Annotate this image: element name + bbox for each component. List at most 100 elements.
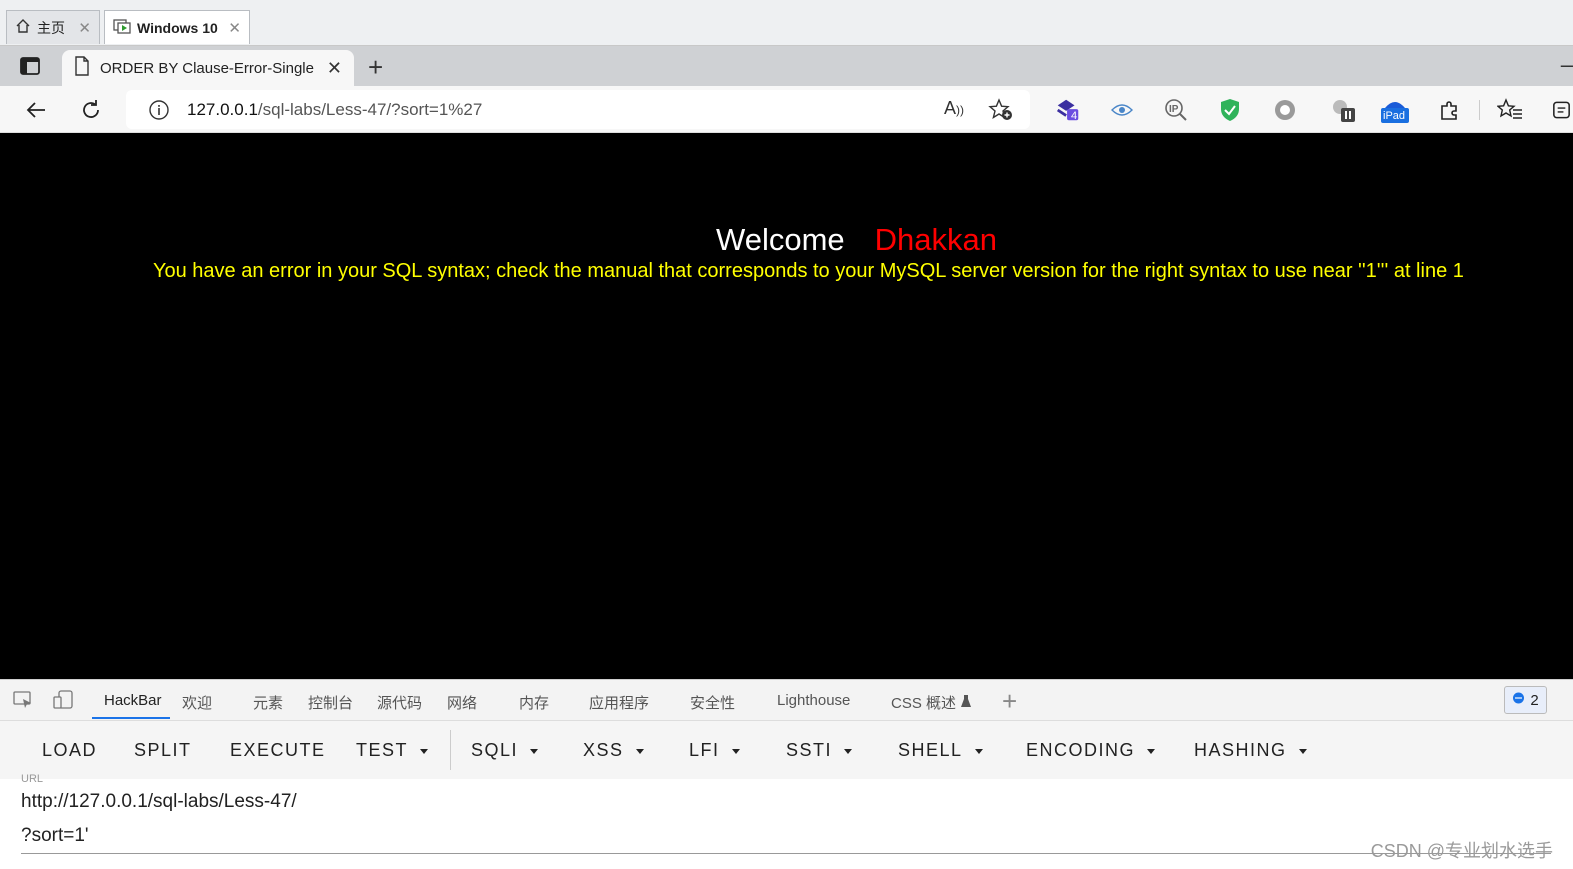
read-aloud-label: A	[944, 98, 957, 118]
tab-lighthouse[interactable]: Lighthouse	[777, 692, 850, 709]
device-toolbar-icon[interactable]	[53, 690, 73, 715]
vm-tab-strip: 主页 ✕ Windows 10 ✕	[0, 0, 1573, 46]
home-icon	[15, 18, 31, 37]
welcome-text: Welcome	[716, 222, 845, 257]
minimize-icon[interactable]: –	[1561, 52, 1573, 78]
vm-tab-label: 主页	[37, 19, 65, 36]
watermark: CSDN @专业划水选手	[1370, 841, 1553, 861]
ip-extension-icon[interactable]: IP	[1162, 96, 1190, 124]
tab-network[interactable]: 网络	[447, 692, 477, 713]
welcome-heading: Welcome Dhakkan	[716, 222, 997, 258]
address-bar[interactable]: 127.0.0.1/sql-labs/Less-47/?sort=1%27 A)…	[126, 90, 1030, 129]
toolbar-divider	[1479, 100, 1480, 120]
toolbar-divider	[450, 730, 451, 770]
inspect-element-icon[interactable]	[13, 691, 33, 714]
split-button[interactable]: SPLIT	[134, 740, 192, 761]
test-dropdown[interactable]: TEST	[356, 740, 429, 761]
tab-welcome[interactable]: 欢迎	[182, 692, 212, 713]
hashing-label: HASHING	[1194, 740, 1287, 760]
extensions-puzzle-icon[interactable]	[1436, 96, 1464, 124]
tab-security[interactable]: 安全性	[690, 692, 735, 713]
tab-css-overview-label: CSS 概述	[891, 695, 957, 712]
tab-actions-icon[interactable]	[18, 54, 42, 78]
caret-down-icon	[530, 748, 539, 754]
refresh-icon[interactable]	[77, 96, 105, 124]
tab-application[interactable]: 应用程序	[589, 692, 649, 713]
back-arrow-icon[interactable]	[22, 96, 50, 124]
caret-down-icon	[974, 748, 983, 754]
collections-icon[interactable]	[1550, 96, 1573, 124]
extension-stack-icon[interactable]: 4	[1054, 96, 1082, 124]
tab-sources[interactable]: 源代码	[377, 692, 422, 713]
xss-label: XSS	[583, 740, 624, 760]
tab-memory[interactable]: 内存	[519, 692, 549, 713]
browser-tab-title: ORDER BY Clause-Error-Single quote	[100, 59, 315, 77]
caret-down-icon	[420, 748, 429, 754]
site-info-icon[interactable]	[148, 99, 170, 126]
shell-dropdown[interactable]: SHELL	[898, 740, 983, 761]
read-aloud-icon[interactable]: A))	[944, 98, 964, 119]
issues-count: 2	[1530, 691, 1539, 709]
close-tab-icon[interactable]: ✕	[327, 58, 342, 79]
url-host: 127.0.0.1	[187, 100, 258, 119]
tab-css-overview[interactable]: CSS 概述	[891, 692, 972, 713]
sql-error-message: You have an error in your SQL syntax; ch…	[153, 260, 1464, 282]
execute-button[interactable]: EXECUTE	[230, 740, 326, 761]
page-viewport: Welcome Dhakkan You have an error in your…	[0, 133, 1573, 679]
record-icon[interactable]	[1271, 96, 1299, 124]
new-tab-icon[interactable]: +	[368, 52, 383, 83]
devtools-tab-bar: HackBar 欢迎 元素 控制台 源代码 网络 内存 应用程序 安全性 Lig…	[0, 679, 1573, 721]
shield-icon[interactable]	[1216, 96, 1244, 124]
message-icon	[1512, 692, 1525, 709]
browser-tab-active[interactable]: ORDER BY Clause-Error-Single quote ✕	[62, 50, 354, 86]
eye-extension-icon[interactable]	[1108, 96, 1136, 124]
url-field-label: URL	[21, 773, 44, 785]
vm-tab-home[interactable]: 主页 ✕	[6, 10, 100, 44]
test-label: TEST	[356, 740, 409, 760]
browser-tab-row: ORDER BY Clause-Error-Single quote ✕ + –	[0, 46, 1573, 86]
url-field-underline	[21, 853, 1551, 854]
caret-down-icon	[1298, 748, 1307, 754]
extension-badge: 4	[1071, 110, 1078, 122]
url-path: /sql-labs/Less-47/?sort=1%27	[257, 100, 483, 119]
favorites-icon[interactable]	[1496, 96, 1524, 124]
load-button[interactable]: LOAD	[42, 740, 97, 761]
close-icon[interactable]: ✕	[228, 19, 241, 37]
sqli-dropdown[interactable]: SQLI	[471, 740, 539, 761]
svg-text:IP: IP	[1169, 104, 1179, 115]
lfi-dropdown[interactable]: LFI	[689, 740, 740, 761]
shell-label: SHELL	[898, 740, 963, 760]
url-field-line-1[interactable]: http://127.0.0.1/sql-labs/Less-47/	[21, 791, 297, 813]
caret-down-icon	[731, 748, 740, 754]
more-tabs-plus-icon[interactable]: +	[1002, 686, 1017, 717]
ipad-extension-icon[interactable]: iPad	[1380, 96, 1410, 124]
pause-extension-icon[interactable]	[1329, 96, 1357, 124]
welcome-name: Dhakkan	[874, 222, 997, 257]
caret-down-icon	[1147, 748, 1156, 754]
issues-badge[interactable]: 2	[1504, 686, 1547, 714]
hackbar-url-area[interactable]: URL http://127.0.0.1/sql-labs/Less-47/ ?…	[0, 773, 1573, 869]
url-field-line-2[interactable]: ?sort=1'	[21, 825, 89, 847]
address-bar-row: 127.0.0.1/sql-labs/Less-47/?sort=1%27 A)…	[0, 86, 1573, 133]
xss-dropdown[interactable]: XSS	[583, 740, 644, 761]
encoding-dropdown[interactable]: ENCODING	[1026, 740, 1156, 761]
close-icon[interactable]: ✕	[78, 19, 91, 37]
vm-tab-label: Windows 10	[137, 19, 218, 36]
ipad-label: iPad	[1383, 110, 1406, 122]
tab-elements[interactable]: 元素	[253, 692, 283, 713]
active-tab-indicator	[92, 717, 170, 719]
url-text: 127.0.0.1/sql-labs/Less-47/?sort=1%27	[187, 100, 482, 120]
page-icon	[74, 56, 90, 80]
flask-icon	[960, 695, 972, 712]
tab-hackbar[interactable]: HackBar	[104, 692, 162, 709]
sqli-label: SQLI	[471, 740, 519, 760]
ssti-label: SSTI	[786, 740, 833, 760]
caret-down-icon	[635, 748, 644, 754]
hashing-dropdown[interactable]: HASHING	[1194, 740, 1307, 761]
add-favorite-icon[interactable]	[988, 98, 1014, 127]
tab-console[interactable]: 控制台	[308, 692, 353, 713]
ssti-dropdown[interactable]: SSTI	[786, 740, 853, 761]
vm-tab-windows10[interactable]: Windows 10 ✕	[104, 10, 250, 44]
hackbar-toolbar: LOAD SPLIT EXECUTE TEST SQLI XSS LFI SST…	[0, 721, 1573, 779]
vm-icon	[113, 18, 131, 37]
